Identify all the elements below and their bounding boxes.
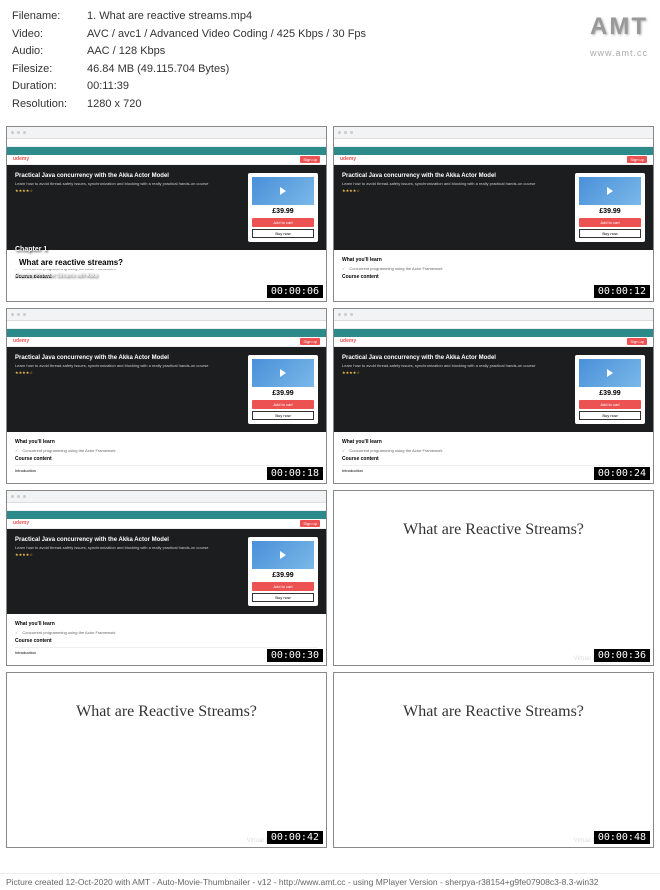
buy-now-button: Buy now [252,229,314,238]
overlay-chapter: Chapter 1 [15,246,47,253]
timestamp: 00:00:30 [267,649,323,662]
purchase-card: £39.99 Add to cart Buy now [248,173,318,242]
course-hero: Practical Java concurrency with the Akka… [7,165,326,250]
value-filename: 1. What are reactive streams.mp4 [87,8,648,26]
slide-content: What are Reactive Streams? [334,491,653,665]
value-filesize: 46.84 MB (49.115.704 Bytes) [87,61,648,79]
url-bar [7,139,326,147]
timestamp: 00:00:06 [267,285,323,298]
thumbnail-3: udemySign up Practical Java concurrency … [6,308,327,484]
value-resolution: 1280 x 720 [87,96,648,114]
price: £39.99 [252,208,314,215]
value-duration: 00:11:39 [87,78,648,96]
timestamp: 00:00:24 [594,467,650,480]
label-audio: Audio: [12,43,87,61]
promo-banner [7,147,326,155]
thumbnail-grid: udemy Sign up Practical Java concurrency … [0,122,660,852]
label-filesize: Filesize: [12,61,87,79]
timestamp: 00:00:36 [594,649,650,662]
amt-logo-text: AMT [590,8,648,46]
thumbnail-2: udemySign up Practical Java concurrency … [333,126,654,302]
play-icon [280,187,286,195]
udemy-logo: udemy [13,156,29,162]
thumbnail-4: udemySign up Practical Java concurrency … [333,308,654,484]
course-subtitle: Learn how to avoid thread-safety issues,… [15,181,240,186]
overlay-title: What are reactive streams? [15,256,127,269]
preview-image [252,177,314,205]
thumbnail-7: What are Reactive Streams? Virtual Pair … [6,672,327,848]
signup-button: Sign up [300,156,320,163]
course-title: Practical Java concurrency with the Akka… [15,173,240,179]
thumbnail-1: udemy Sign up Practical Java concurrency … [6,126,327,302]
thumbnail-5: udemySign up Practical Java concurrency … [6,490,327,666]
metadata-header: AMT www.amt.cc Filename:1. What are reac… [0,0,660,122]
timestamp: 00:00:48 [594,831,650,844]
amt-logo-url: www.amt.cc [590,46,648,60]
site-topbar: udemy Sign up [7,155,326,165]
timestamp: 00:00:42 [267,831,323,844]
overlay-subtitle: Practical Reactive Streams with Akka [15,273,98,279]
thumbnail-8: What are Reactive Streams? Virtual Pair … [333,672,654,848]
rating-stars: ★★★★☆ [15,188,240,193]
thumbnail-6: What are Reactive Streams? Virtual Pair … [333,490,654,666]
amt-logo: AMT www.amt.cc [590,8,648,61]
label-video: Video: [12,26,87,44]
add-to-cart-button: Add to cart [252,218,314,227]
label-filename: Filename: [12,8,87,26]
label-duration: Duration: [12,78,87,96]
value-audio: AAC / 128 Kbps [87,43,648,61]
footer-credits: Picture created 12-Oct-2020 with AMT - A… [0,873,660,890]
timestamp: 00:00:12 [594,285,650,298]
browser-chrome [7,127,326,139]
value-video: AVC / avc1 / Advanced Video Coding / 425… [87,26,648,44]
label-resolution: Resolution: [12,96,87,114]
timestamp: 00:00:18 [267,467,323,480]
slide-title: What are Reactive Streams? [403,521,584,539]
